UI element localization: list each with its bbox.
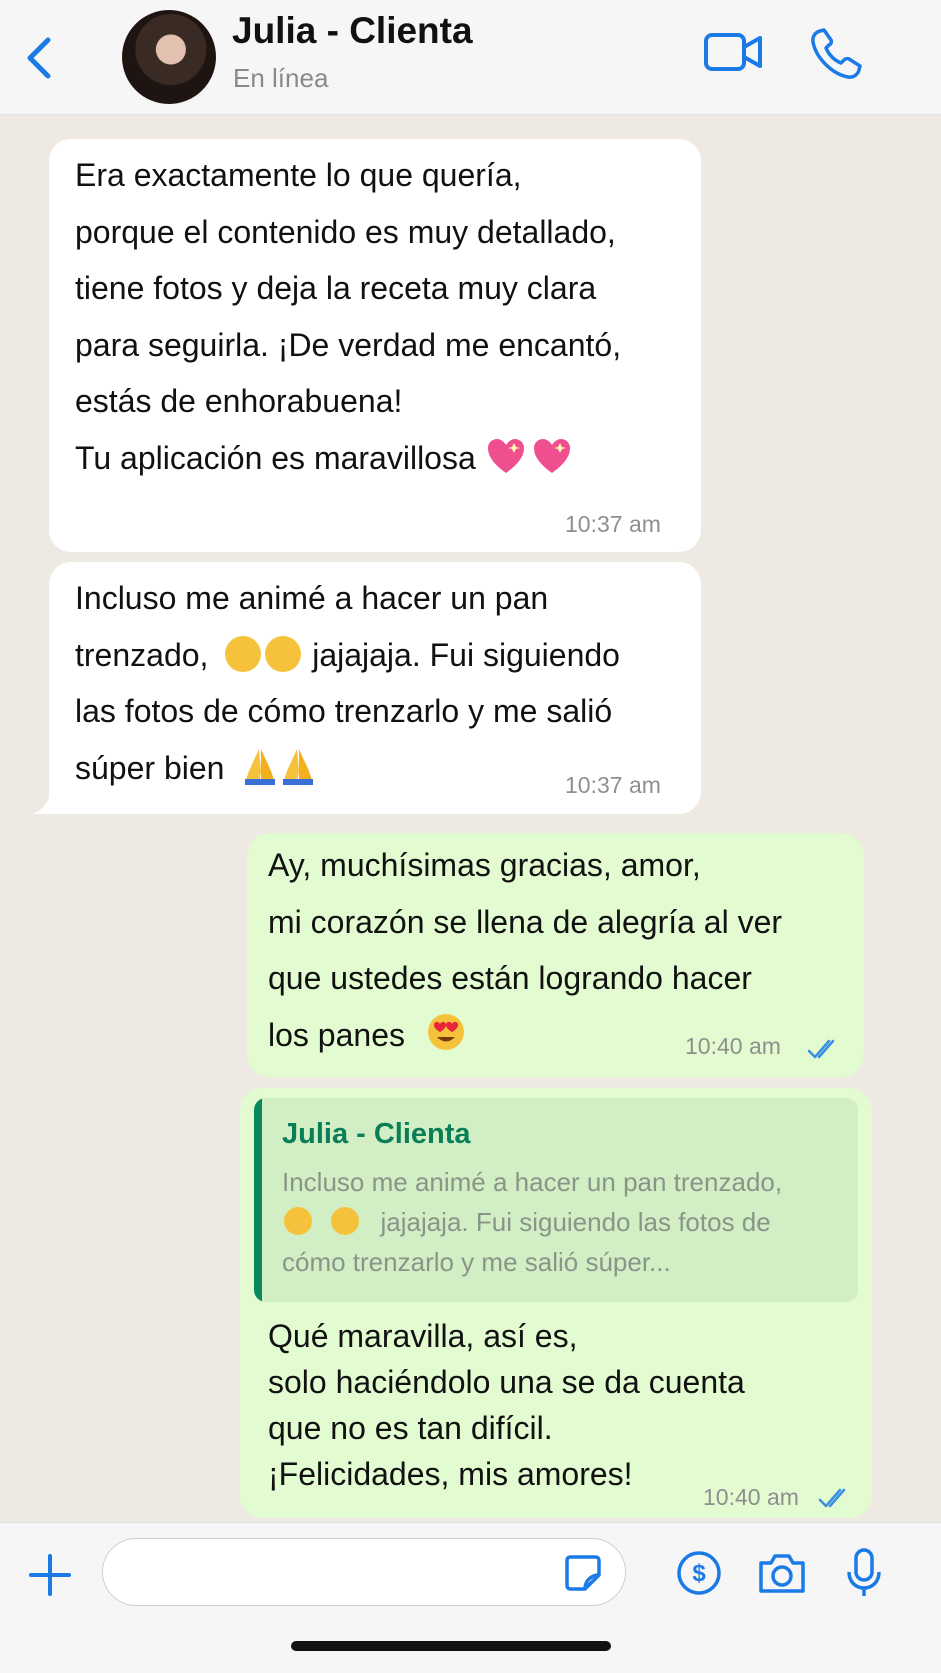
quoted-line: Incluso me animé a hacer un pan trenzado… bbox=[282, 1167, 783, 1197]
phone-call-icon[interactable] bbox=[808, 26, 864, 82]
home-indicator bbox=[291, 1641, 611, 1651]
chat-header: Julia - Clienta En línea bbox=[0, 0, 941, 115]
quoted-text: Incluso me animé a hacer un pan trenzado… bbox=[282, 1162, 842, 1282]
microphone-icon[interactable] bbox=[846, 1548, 882, 1598]
camera-icon[interactable] bbox=[757, 1551, 807, 1595]
message-time: 10:37 am bbox=[565, 511, 661, 537]
quoted-sender-name: Julia - Clienta bbox=[282, 1118, 471, 1150]
bubble-tail bbox=[32, 786, 64, 814]
sparkling-heart-emoji-icon bbox=[486, 436, 526, 493]
composer-bar: $ bbox=[0, 1522, 941, 1673]
message-bubble-incoming[interactable]: Era exactamente lo que quería, porque el… bbox=[49, 139, 701, 552]
message-line-part: súper bien bbox=[75, 749, 225, 786]
message-text: Ay, muchísimas gracias, amor, mi corazón… bbox=[268, 847, 783, 1053]
smiling-heart-eyes-emoji-icon bbox=[427, 1013, 465, 1056]
message-bubble-outgoing[interactable]: Ay, muchísimas gracias, amor, mi corazón… bbox=[247, 833, 864, 1077]
message-bubble-outgoing-reply[interactable]: Julia - Clienta Incluso me animé a hacer… bbox=[240, 1088, 872, 1518]
sticker-icon[interactable] bbox=[563, 1553, 603, 1593]
svg-text:$: $ bbox=[692, 1560, 706, 1587]
contact-status: En línea bbox=[233, 63, 329, 93]
back-chevron-icon[interactable] bbox=[20, 32, 60, 84]
rofl-emoji-icon bbox=[284, 1207, 312, 1235]
read-receipt-icon bbox=[807, 1039, 835, 1059]
quote-accent-bar bbox=[254, 1098, 262, 1302]
video-call-icon[interactable] bbox=[703, 30, 763, 74]
quoted-line: cómo trenzarlo y me salió súper... bbox=[282, 1247, 671, 1277]
message-line: las fotos de cómo trenzarlo y me salió bbox=[75, 693, 613, 729]
message-line: trenzado, jajajaja. Fui siguiendo bbox=[75, 627, 695, 684]
message-time: 10:40 am bbox=[703, 1484, 799, 1510]
message-text: Incluso me animé a hacer un pan trenzado… bbox=[75, 570, 695, 802]
message-input[interactable] bbox=[102, 1538, 626, 1606]
rofl-emoji-icon bbox=[265, 635, 302, 672]
message-text: Era exactamente lo que quería, porque el… bbox=[75, 147, 695, 492]
quoted-line: jajajaja. Fui siguiendo las fotos de bbox=[282, 1202, 842, 1242]
message-line: Incluso me animé a hacer un pan bbox=[75, 580, 549, 616]
read-receipt-icon bbox=[818, 1488, 846, 1508]
message-time: 10:37 am bbox=[565, 772, 661, 798]
plus-icon[interactable] bbox=[28, 1553, 72, 1597]
message-text: Qué maravilla, así es, solo haciéndolo u… bbox=[268, 1318, 745, 1492]
quoted-message[interactable]: Julia - Clienta Incluso me animé a hacer… bbox=[254, 1098, 858, 1302]
contact-name[interactable]: Julia - Clienta bbox=[232, 10, 473, 52]
sparkling-heart-emoji-icon bbox=[532, 436, 572, 493]
message-bubble-incoming[interactable]: Incluso me animé a hacer un pan trenzado… bbox=[49, 562, 701, 814]
quoted-line-part: jajajaja. Fui siguiendo las fotos de bbox=[380, 1207, 771, 1237]
message-line-part: jajajaja. Fui siguiendo bbox=[312, 636, 620, 673]
rofl-emoji-icon bbox=[331, 1207, 360, 1235]
message-line-part: trenzado, bbox=[75, 636, 209, 673]
folded-hands-emoji-icon bbox=[241, 746, 319, 803]
message-time: 10:40 am bbox=[685, 1033, 781, 1059]
rofl-emoji-icon bbox=[225, 635, 262, 672]
message-text-content: Era exactamente lo que quería, porque el… bbox=[75, 157, 622, 476]
payment-icon[interactable]: $ bbox=[676, 1550, 722, 1596]
contact-avatar[interactable] bbox=[122, 10, 216, 104]
